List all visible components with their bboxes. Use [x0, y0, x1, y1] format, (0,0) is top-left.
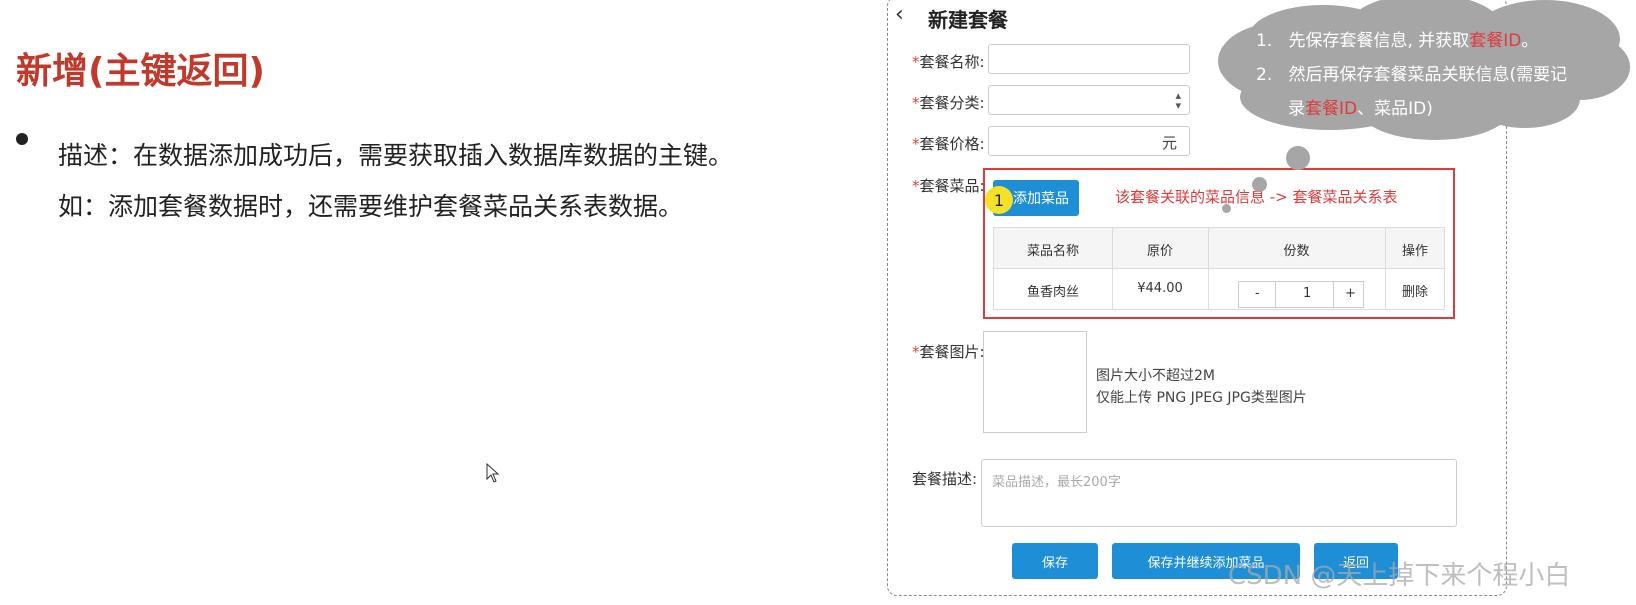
stepper-plus-button[interactable]: +	[1345, 286, 1356, 301]
image-label: *套餐图片:	[912, 343, 985, 361]
description-label: 套餐描述:	[912, 470, 978, 488]
price-unit: 元	[1161, 134, 1177, 152]
save-button[interactable]: 保存	[1012, 543, 1098, 579]
form-title: 新建套餐	[928, 8, 1008, 32]
cloud-item-2-cont: 录套餐ID、菜品ID)	[1288, 99, 1433, 119]
dish-table: 菜品名称 原价 份数 操作 鱼香肉丝 ¥44.00 删除	[993, 227, 1445, 310]
cloud-item-1: 1. 先保存套餐信息, 并获取套餐ID。	[1256, 31, 1539, 51]
category-select[interactable]: ▴ ▾	[988, 85, 1190, 115]
back-chevron-icon[interactable]: ‹	[895, 2, 904, 27]
quantity-stepper[interactable]: - 1 +	[1238, 281, 1364, 308]
row-price: ¥44.00	[1137, 281, 1183, 296]
cloud-dot-small	[1222, 204, 1231, 213]
category-label: *套餐分类:	[912, 94, 985, 112]
image-upload-box[interactable]	[983, 331, 1087, 433]
slide-title: 新增(主键返回)	[16, 51, 265, 92]
stepper-minus-button[interactable]: -	[1255, 286, 1260, 301]
image-tip-type: 仅能上传 PNG JPEG JPG类型图片	[1096, 390, 1307, 406]
price-label: *套餐价格:	[912, 135, 985, 153]
mouse-cursor-icon	[486, 463, 500, 483]
select-arrows-icon: ▴ ▾	[1175, 89, 1181, 112]
description-textarea[interactable]: 菜品描述，最长200字	[981, 459, 1457, 527]
row-dish-name: 鱼香肉丝	[1026, 285, 1079, 300]
dishes-label: *套餐菜品:	[912, 177, 985, 195]
step-badge: 1	[985, 186, 1013, 214]
cloud-dot-large	[1286, 146, 1310, 170]
header-price: 原价	[1146, 244, 1173, 259]
bullet-icon	[16, 133, 28, 145]
cloud-dot-medium	[1252, 177, 1267, 192]
name-label: *套餐名称:	[912, 53, 985, 71]
header-quantity: 份数	[1283, 244, 1310, 259]
price-input[interactable]: 元	[988, 126, 1190, 156]
header-dish-name: 菜品名称	[1026, 244, 1079, 259]
description-line-2: 如：添加套餐数据时，还需要维护套餐菜品关系表数据。	[58, 192, 684, 221]
cloud-item-2: 2. 然后再保存套餐菜品关联信息(需要记	[1256, 65, 1568, 85]
stepper-value[interactable]: 1	[1303, 286, 1311, 301]
description-line-1: 描述：在数据添加成功后，需要获取插入数据库数据的主键。	[58, 141, 734, 170]
delete-link[interactable]: 删除	[1385, 281, 1445, 300]
image-tip-size: 图片大小不超过2M	[1096, 368, 1215, 384]
watermark: CSDN @天上掉下来个程小白	[1228, 561, 1571, 591]
name-input[interactable]	[988, 44, 1190, 74]
header-action: 操作	[1401, 244, 1428, 259]
